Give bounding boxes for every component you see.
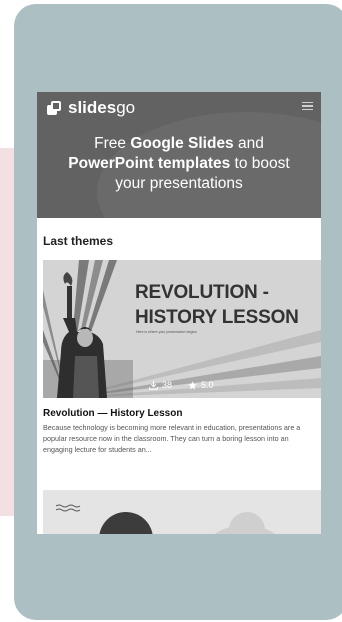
wave-decoration (56, 504, 81, 512)
thumbnail-title-line2: HISTORY LESSON (135, 307, 299, 328)
headline-part: your presentations (115, 175, 243, 192)
logo-text: slides (68, 98, 117, 117)
rating-value: 5.0 (201, 380, 214, 390)
section-title-last-themes: Last themes (43, 234, 114, 248)
hero-header: slides go Free Google Slides and PowerPoi… (37, 92, 321, 218)
hamburger-menu-icon[interactable] (302, 102, 313, 110)
slidesgo-logo[interactable]: slides go (47, 97, 135, 119)
next-theme-thumbnail[interactable] (43, 490, 321, 534)
download-count: 38 (162, 380, 173, 390)
revolution-figure-illustration (57, 272, 107, 398)
logo-suffix: go (116, 98, 136, 117)
headline-powerpoint-templates: PowerPoint templates (68, 155, 231, 172)
slidesgo-logo-icon (47, 101, 63, 115)
thumbnail-subtitle: Here is where your presentation begins (136, 330, 197, 334)
headline-part: to boost (230, 155, 290, 172)
headline-part: Free (94, 135, 131, 152)
thumbnail-title-line1: REVOLUTION - (135, 282, 269, 303)
theme-card-description: Because technology is becoming more rele… (43, 423, 301, 454)
theme-card-title[interactable]: Revolution — History Lesson (43, 408, 182, 419)
theme-thumbnail[interactable]: REVOLUTION - HISTORY LESSON Here is wher… (43, 260, 321, 398)
download-icon (149, 380, 158, 390)
headline-google-slides: Google Slides (130, 135, 234, 152)
person-photo (99, 512, 153, 534)
thumbnail-title: REVOLUTION - HISTORY LESSON (135, 280, 299, 330)
phone-screen: slides go Free Google Slides and PowerPoi… (37, 92, 321, 534)
person-silhouette-body (199, 526, 291, 534)
star-icon (188, 380, 197, 389)
headline-part: and (233, 135, 264, 152)
theme-stats: 38 5.0 (149, 380, 214, 390)
hero-headline: Free Google Slides and PowerPoint templa… (37, 134, 321, 194)
